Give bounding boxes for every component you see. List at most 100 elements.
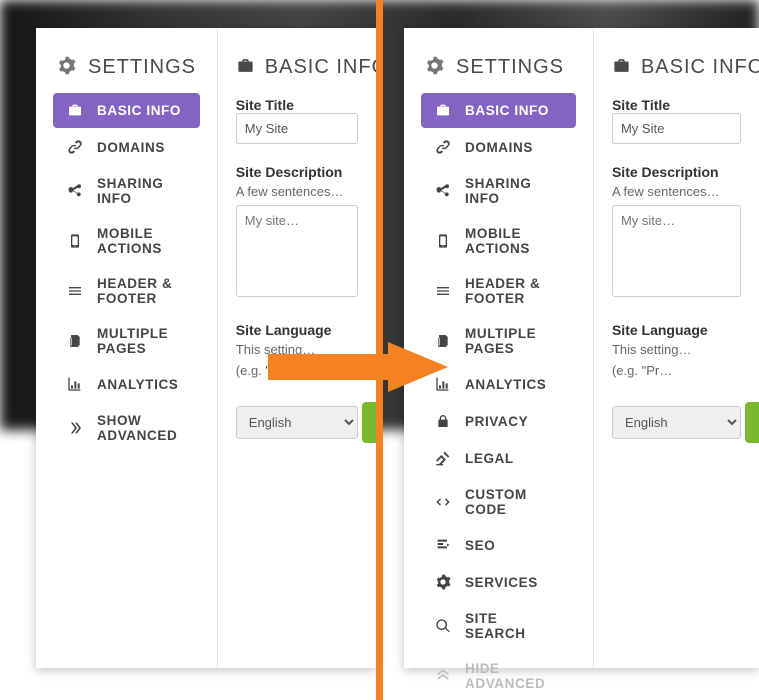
settings-panel-collapsed: SETTINGS BASIC INFO DOMAINS SHARING INFO MO…	[36, 28, 376, 668]
settings-content: BASIC INFO Site Title Site Description A…	[218, 28, 376, 668]
content-title: BASIC INFO	[641, 56, 759, 79]
site-desc-label: Site Description	[236, 164, 358, 180]
sidebar-item-label: MULTIPLE PAGES	[97, 326, 186, 356]
sidebar-item-showadv[interactable]: SHOW ADVANCED	[53, 404, 200, 452]
sidebar-item-headerfooter[interactable]: HEADER & FOOTER	[421, 267, 576, 315]
briefcase-icon	[236, 56, 255, 79]
cog-icon	[435, 574, 451, 591]
sidebar-item-seo[interactable]: SEO	[421, 528, 576, 563]
share-icon	[67, 183, 83, 200]
mobile-icon	[435, 233, 451, 250]
link-icon	[435, 139, 451, 156]
site-desc-label: Site Description	[612, 164, 741, 180]
site-desc-help: A few sentences…	[236, 184, 358, 199]
sidebar-item-hideadv[interactable]: HIDE ADVANCED	[421, 652, 576, 700]
site-title-label: Site Title	[612, 97, 741, 113]
mobile-icon	[67, 233, 83, 250]
save-button[interactable]: SAVE	[362, 402, 376, 443]
sidebar-item-privacy[interactable]: PRIVACY	[421, 404, 576, 439]
sidebar-item-label: SHOW ADVANCED	[97, 413, 186, 443]
pages-icon	[435, 333, 451, 350]
sidebar-item-analytics[interactable]: ANALYTICS	[53, 367, 200, 402]
seo-icon	[435, 537, 451, 554]
sidebar-item-legal[interactable]: LEGAL	[421, 441, 576, 476]
sidebar-item-label: SHARING INFO	[465, 176, 562, 206]
sidebar-item-mobile[interactable]: MOBILE ACTIONS	[53, 217, 200, 265]
content-header: BASIC INFO	[236, 56, 358, 79]
sidebar-item-multipage[interactable]: MULTIPLE PAGES	[53, 317, 200, 365]
settings-title: SETTINGS	[456, 56, 564, 79]
sidebar-item-label: BASIC INFO	[97, 103, 181, 118]
settings-content: BASIC INFO Site Title Site Description A…	[594, 28, 759, 668]
site-lang-help: This setting…	[236, 342, 358, 357]
site-lang-label: Site Language	[236, 322, 358, 338]
sidebar-item-domains[interactable]: DOMAINS	[53, 130, 200, 165]
sidebar-item-label: BASIC INFO	[465, 103, 549, 118]
chart-icon	[67, 376, 83, 393]
share-icon	[435, 183, 451, 200]
bars-icon	[435, 283, 451, 300]
sidebar-item-label: HEADER & FOOTER	[465, 276, 562, 306]
settings-sidebar: SETTINGS BASIC INFO DOMAINS SHARING INFO MO…	[36, 28, 218, 668]
gavel-icon	[435, 450, 451, 467]
sidebar-item-label: MULTIPLE PAGES	[465, 326, 562, 356]
sidebar-item-label: DOMAINS	[97, 140, 165, 155]
bars-icon	[67, 283, 83, 300]
sidebar-item-custom[interactable]: CUSTOM CODE	[421, 478, 576, 526]
site-lang-label: Site Language	[612, 322, 741, 338]
settings-header: SETTINGS	[53, 56, 200, 79]
sidebar-item-label: ANALYTICS	[97, 377, 178, 392]
code-icon	[435, 494, 451, 511]
sidebar-item-label: CUSTOM CODE	[465, 487, 562, 517]
gear-icon	[57, 56, 76, 79]
settings-sidebar: SETTINGS BASIC INFO DOMAINS SHARING INFO MO…	[404, 28, 594, 668]
content-header: BASIC INFO	[612, 56, 741, 79]
sidebar-item-search[interactable]: SITE SEARCH	[421, 602, 576, 650]
sidebar-item-label: HIDE ADVANCED	[465, 661, 562, 691]
site-title-input[interactable]	[612, 113, 741, 144]
site-desc-input[interactable]	[612, 205, 741, 297]
briefcase-icon	[67, 102, 83, 119]
site-lang-help2: (e.g. "Pr…	[612, 363, 741, 378]
site-lang-select[interactable]: English	[236, 406, 358, 439]
content-title: BASIC INFO	[265, 56, 376, 79]
sidebar-item-label: LEGAL	[465, 451, 514, 466]
briefcase-icon	[435, 102, 451, 119]
site-title-label: Site Title	[236, 97, 358, 113]
settings-panel-expanded: SETTINGS BASIC INFO DOMAINS SHARING INFO MO…	[404, 28, 759, 668]
sidebar-item-label: ANALYTICS	[465, 377, 546, 392]
sidebar-item-mobile[interactable]: MOBILE ACTIONS	[421, 217, 576, 265]
sidebar-item-label: SITE SEARCH	[465, 611, 562, 641]
sidebar-item-label: PRIVACY	[465, 414, 528, 429]
comparison-divider	[376, 0, 383, 700]
sidebar-item-label: SEO	[465, 538, 495, 553]
sidebar-item-label: SHARING INFO	[97, 176, 186, 206]
chart-icon	[435, 376, 451, 393]
gear-icon	[425, 56, 444, 79]
sidebar-item-label: HEADER & FOOTER	[97, 276, 186, 306]
sidebar-item-basic[interactable]: BASIC INFO	[421, 93, 576, 128]
chevrons-up-icon	[435, 668, 451, 685]
sidebar-item-sharing[interactable]: SHARING INFO	[421, 167, 576, 215]
sidebar-item-label: DOMAINS	[465, 140, 533, 155]
site-lang-select[interactable]: English	[612, 406, 741, 439]
site-lang-help2: (e.g. "…	[236, 363, 358, 378]
sidebar-item-multipage[interactable]: MULTIPLE PAGES	[421, 317, 576, 365]
site-lang-help: This setting…	[612, 342, 741, 357]
briefcase-icon	[612, 56, 631, 79]
sidebar-item-basic[interactable]: BASIC INFO	[53, 93, 200, 128]
site-desc-input[interactable]	[236, 205, 358, 297]
settings-header: SETTINGS	[421, 56, 576, 79]
sidebar-item-domains[interactable]: DOMAINS	[421, 130, 576, 165]
link-icon	[67, 139, 83, 156]
settings-title: SETTINGS	[88, 56, 196, 79]
sidebar-item-services[interactable]: SERVICES	[421, 565, 576, 600]
sidebar-item-analytics[interactable]: ANALYTICS	[421, 367, 576, 402]
search-icon	[435, 618, 451, 635]
pages-icon	[67, 333, 83, 350]
site-title-input[interactable]	[236, 113, 358, 144]
sidebar-item-sharing[interactable]: SHARING INFO	[53, 167, 200, 215]
sidebar-item-label: MOBILE ACTIONS	[465, 226, 562, 256]
save-button[interactable]: SAVE	[745, 402, 759, 443]
sidebar-item-headerfooter[interactable]: HEADER & FOOTER	[53, 267, 200, 315]
